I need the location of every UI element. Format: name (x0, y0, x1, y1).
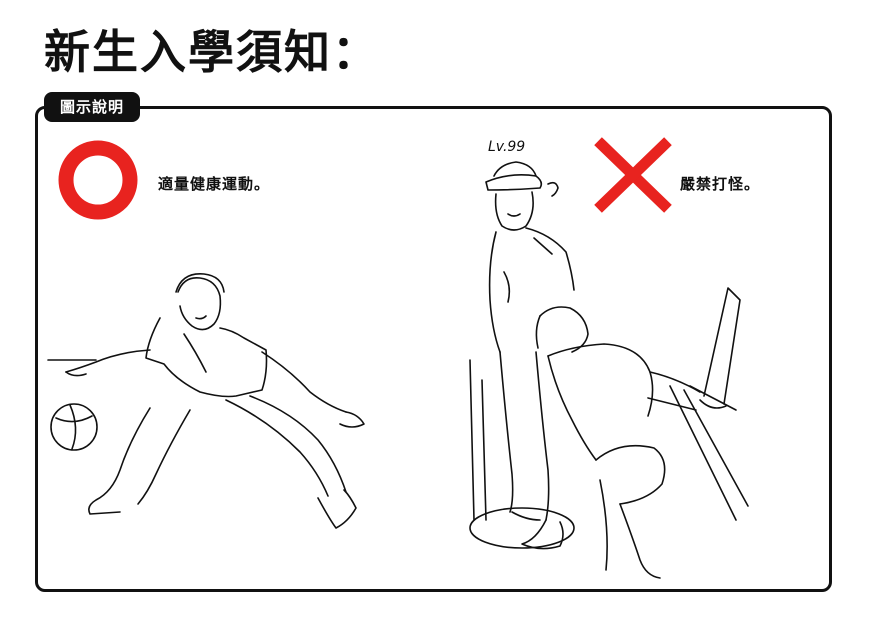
cross-icon (594, 137, 672, 213)
exercise-sketch (47, 273, 365, 529)
circle-icon (58, 140, 138, 220)
illustration-canvas: Lv.99 (47, 137, 749, 579)
level-badge: Lv.99 (488, 139, 525, 155)
